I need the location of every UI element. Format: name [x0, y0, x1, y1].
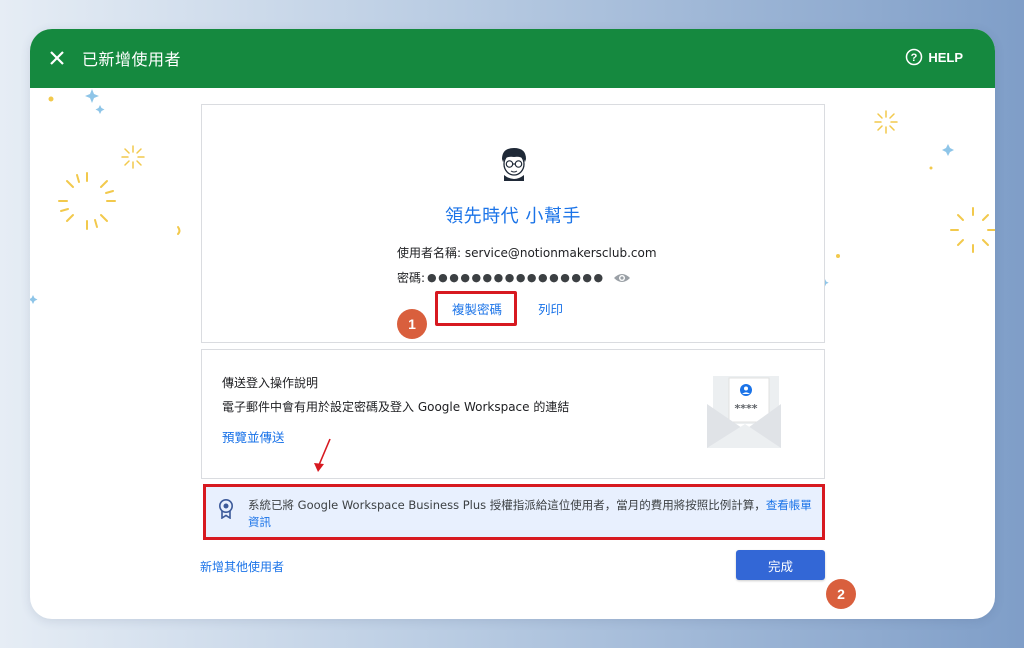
envelope-stars: **** — [734, 402, 757, 415]
header-bar: 已新增使用者 ? HELP — [30, 29, 995, 88]
help-icon: ? — [906, 48, 923, 66]
username-label: 使用者名稱: — [397, 246, 462, 260]
copy-password-button[interactable]: 複製密碼 — [452, 299, 502, 318]
password-row: 密碼: ●●●●●●●●●●●●●●●● — [397, 269, 631, 286]
arrow-icon — [314, 438, 331, 472]
send-instructions-card: 傳送登入操作說明 電子郵件中會有用於設定密碼及登入 Google Workspa… — [201, 349, 825, 479]
dialog-window: 已新增使用者 ? HELP 領先時代 小幫手 使用者名稱: service@no… — [30, 29, 995, 619]
username-value: service@notionmakersclub.com — [464, 246, 657, 260]
license-notice-text: 系統已將 Google Workspace Business Plus 授權指派… — [248, 497, 818, 531]
password-label: 密碼: — [397, 271, 426, 285]
username-row: 使用者名稱: service@notionmakersclub.com — [397, 244, 657, 261]
help-button[interactable]: ? HELP — [905, 48, 963, 66]
step-badge-1: 1 — [397, 309, 427, 339]
avatar — [502, 148, 526, 181]
user-info-card: 領先時代 小幫手 使用者名稱: service@notionmakersclub… — [201, 104, 825, 343]
close-button[interactable] — [46, 47, 68, 69]
help-label: HELP — [928, 49, 963, 65]
send-instructions-title: 傳送登入操作說明 — [222, 376, 319, 390]
license-badge-icon — [219, 499, 233, 519]
svg-text:?: ? — [911, 52, 918, 64]
send-instructions-description: 電子郵件中會有用於設定密碼及登入 Google Workspace 的連結 — [222, 400, 570, 414]
eye-icon[interactable] — [613, 272, 631, 284]
close-icon — [50, 51, 64, 65]
password-mask: ●●●●●●●●●●●●●●●● — [427, 271, 605, 284]
preview-send-link[interactable]: 預覽並傳送 — [222, 427, 285, 446]
done-button[interactable]: 完成 — [736, 550, 825, 580]
step-badge-2: 2 — [826, 579, 856, 609]
dialog-title: 已新增使用者 — [82, 50, 182, 69]
add-another-user-link[interactable]: 新增其他使用者 — [200, 558, 284, 575]
envelope-icon: **** — [707, 376, 781, 448]
license-notice: 系統已將 Google Workspace Business Plus 授權指派… — [203, 484, 825, 540]
print-button[interactable]: 列印 — [538, 299, 563, 318]
license-notice-message: 系統已將 Google Workspace Business Plus 授權指派… — [248, 498, 766, 512]
user-display-name: 領先時代 小幫手 — [445, 206, 581, 227]
